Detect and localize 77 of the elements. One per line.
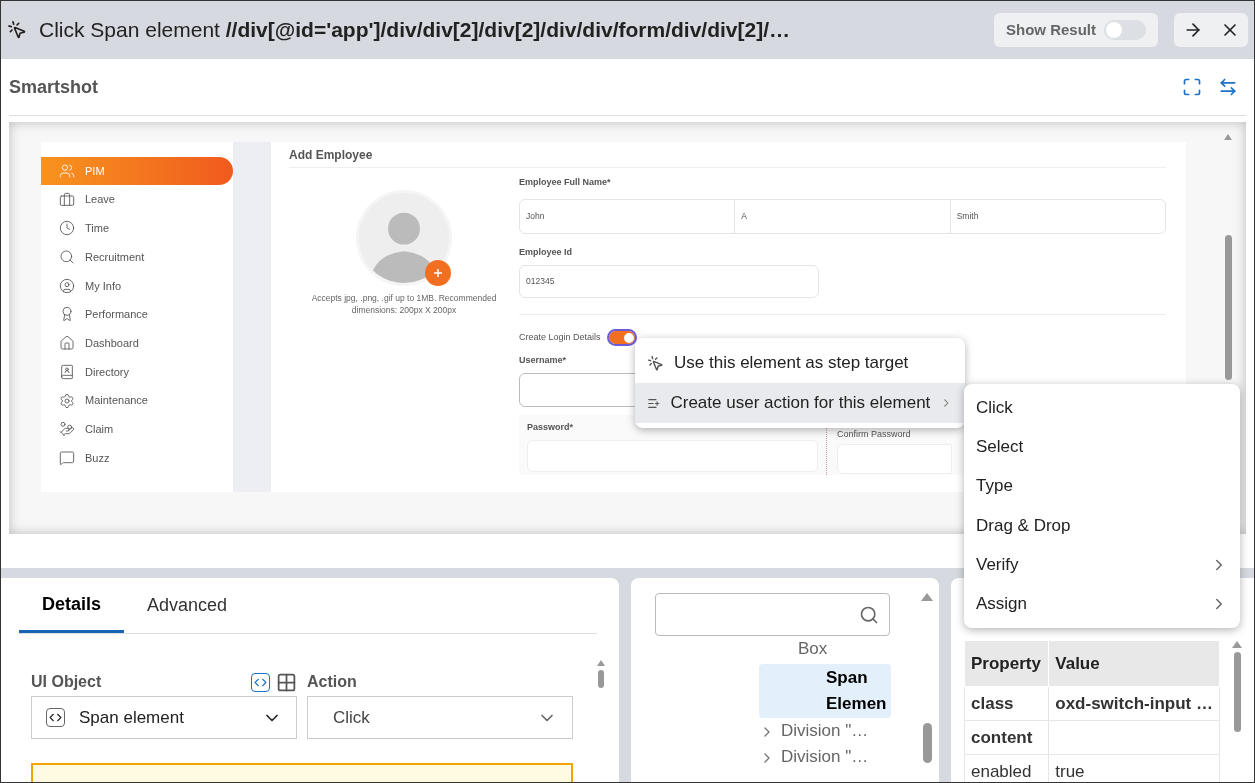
page-heading: Add Employee: [289, 142, 1166, 168]
show-result-toggle[interactable]: Show Result: [994, 13, 1158, 47]
field-label: Create Login Details: [519, 331, 601, 344]
sidebar-icon: [59, 449, 75, 466]
swap-arrows-icon[interactable]: [1218, 77, 1238, 97]
sidebar-icon: [59, 191, 75, 208]
tree-item[interactable]: Span Elemen: [759, 664, 891, 718]
field-label: Confirm Password: [837, 428, 911, 441]
tree-item[interactable]: Division "…: [759, 718, 869, 744]
photo-hint: Accepts jpg, .png, .gif up to 1MB. Recommended dimensions: 200px X 200px: [310, 292, 498, 316]
scrollbar-thumb[interactable]: [922, 723, 932, 763]
table-cell: oxd-switch-input …: [1048, 686, 1220, 721]
menu-item[interactable]: Use this element as step target: [635, 343, 965, 383]
scroll-up-icon[interactable]: [1232, 641, 1242, 648]
table-cell: enabled: [964, 754, 1049, 782]
sidebar-icon: [59, 363, 75, 380]
menu-item[interactable]: Select: [964, 427, 1240, 467]
field-label: Username*: [519, 353, 567, 367]
field-label: Employee Full Name*: [519, 176, 612, 189]
column-header: Value: [1048, 640, 1220, 687]
tree-item[interactable]: Box: [759, 636, 828, 662]
column-header: Property: [964, 640, 1049, 687]
menu-item[interactable]: Verify: [964, 545, 1240, 585]
field-label: Password*: [527, 421, 575, 434]
sidebar-icon: [59, 163, 75, 179]
search-icon: [859, 604, 879, 625]
sidebar-item[interactable]: Leave: [41, 185, 233, 214]
menu-item[interactable]: Type: [964, 466, 1240, 506]
scrollbar-thumb[interactable]: [598, 670, 604, 688]
add-photo-button[interactable]: [425, 260, 451, 286]
sidebar-icon: [59, 249, 75, 266]
sidebar-item[interactable]: Maintenance: [41, 386, 233, 415]
ui-object-select[interactable]: Span element: [31, 696, 297, 739]
scrollbar-thumb[interactable]: [1224, 235, 1232, 380]
menu-item[interactable]: Create user action for this element: [635, 383, 965, 423]
code-icon[interactable]: [251, 672, 270, 692]
scroll-up-icon[interactable]: [921, 593, 933, 601]
cursor-click-icon: [7, 20, 27, 40]
scroll-up-icon[interactable]: [1224, 134, 1232, 140]
sidebar-item[interactable]: Dashboard: [41, 329, 233, 358]
panel-title: Smartshot: [9, 75, 99, 99]
plus-icon: [433, 268, 443, 278]
sidebar-icon: [59, 421, 75, 438]
code-icon: [46, 708, 65, 727]
tab[interactable]: Details: [19, 578, 125, 633]
field-label: UI Object: [31, 672, 103, 692]
search-field[interactable]: [655, 593, 890, 636]
menu-item[interactable]: Assign: [964, 584, 1240, 624]
action-select[interactable]: Click: [307, 696, 573, 739]
cursor-click-icon: [647, 354, 664, 372]
employee-id-field[interactable]: 012345: [519, 265, 819, 298]
grid-icon[interactable]: [276, 671, 297, 693]
menu-item[interactable]: Click: [964, 388, 1240, 428]
field-label: Employee Id: [519, 245, 573, 259]
tree-item[interactable]: Division "…: [759, 744, 869, 770]
sidebar-icon: [59, 220, 75, 237]
sidebar-icon: [59, 306, 75, 323]
fullscreen-icon[interactable]: [1182, 77, 1202, 97]
sidebar-item[interactable]: My Info: [41, 271, 233, 300]
sidebar-item[interactable]: Directory: [41, 357, 233, 386]
sidebar-icon: [59, 335, 75, 352]
sidebar-item[interactable]: Buzz: [41, 443, 233, 472]
menu-item[interactable]: Drag & Drop: [964, 505, 1240, 546]
tab[interactable]: Advanced: [124, 578, 251, 633]
table-cell: class: [964, 686, 1049, 721]
table-cell: content: [964, 720, 1049, 755]
login-toggle[interactable]: [608, 331, 635, 345]
sidebar-item[interactable]: Time: [41, 214, 233, 243]
sidebar-item[interactable]: Recruitment: [41, 243, 233, 272]
sidebar-item[interactable]: Performance: [41, 300, 233, 329]
sidebar-item[interactable]: Claim: [41, 415, 233, 444]
sidebar-icon: [59, 392, 75, 409]
scroll-up-icon[interactable]: [597, 660, 605, 666]
window-title: Click Span element //div[@id='app']/div/div[2]/div[2]/div/div/form/div/div[2]/…: [39, 17, 792, 44]
sidebar-icon: [59, 277, 75, 294]
scrollbar-thumb[interactable]: [1233, 652, 1241, 732]
field-label: Action: [307, 672, 358, 692]
